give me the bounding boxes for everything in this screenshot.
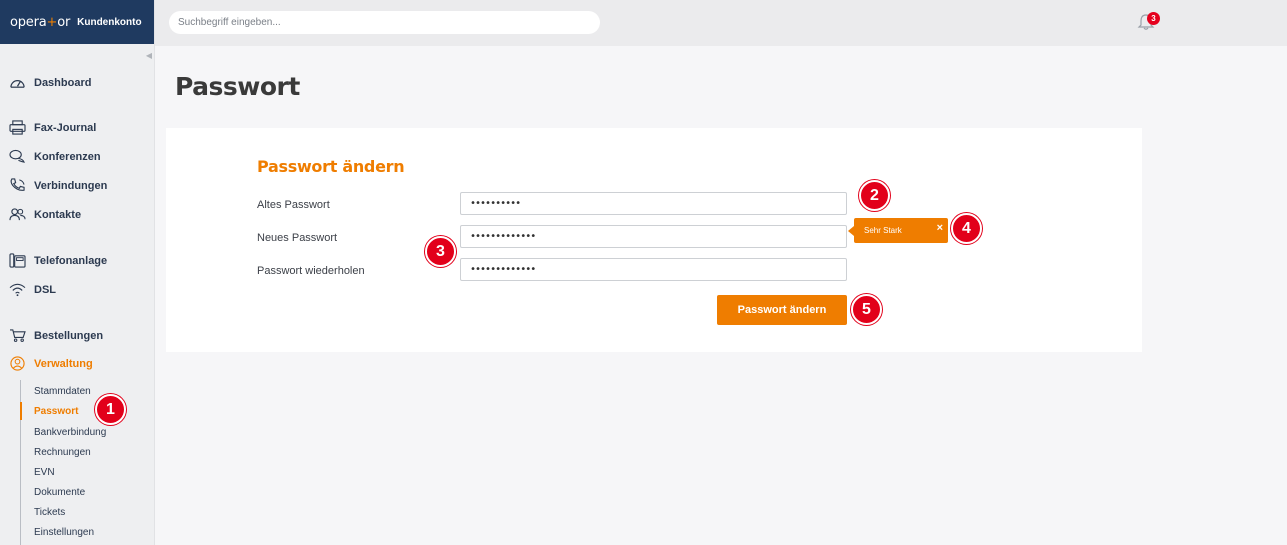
sidebar: opera+or Kundenkonto ◀ Dashboard Fax-Jou… [0,0,155,545]
callout-marker-3: 3 [425,236,456,267]
sidebar-item-fax-journal[interactable]: Fax-Journal [9,120,96,135]
phone-system-icon [9,253,26,268]
notification-badge: 3 [1147,12,1160,25]
new-password-input[interactable] [460,225,847,248]
password-strength-tooltip: Sehr Stark × [848,216,948,243]
search-input[interactable] [169,11,600,34]
wifi-icon [9,283,26,297]
sidebar-item-label: Verbindungen [34,179,108,192]
subnav-item-evn[interactable]: EVN [34,467,55,478]
strength-text: Sehr Stark [864,226,902,235]
old-password-label: Altes Passwort [257,199,330,211]
close-icon[interactable]: × [937,216,943,241]
callout-marker-4: 4 [951,213,982,244]
callout-marker-5: 5 [851,294,882,325]
repeat-password-input[interactable] [460,258,847,281]
new-password-label: Neues Passwort [257,232,338,244]
subnav-item-bankverbindung[interactable]: Bankverbindung [34,427,106,438]
sidebar-item-label: Telefonanlage [34,254,108,267]
sidebar-item-label: Bestellungen [34,329,104,342]
sidebar-item-label: Konferenzen [34,150,101,163]
form-title: Passwort ändern [257,157,405,176]
chat-icon [9,149,25,163]
phone-icon [10,178,25,191]
printer-icon [9,120,26,135]
sidebar-item-label: DSL [34,283,56,296]
account-label: Kundenkonto [77,16,142,28]
sidebar-item-label: Fax-Journal [34,121,97,134]
collapse-sidebar-icon[interactable]: ◀ [146,51,152,60]
sidebar-item-label: Kontakte [34,208,82,221]
old-password-input[interactable] [460,192,847,215]
gauge-icon [10,80,25,88]
change-password-button[interactable]: Passwort ändern [717,295,847,325]
sidebar-item-verwaltung[interactable]: Verwaltung [9,356,93,371]
sidebar-item-verbindungen[interactable]: Verbindungen [9,178,107,193]
password-form-card: Passwort ändern Altes Passwort Neues Pas… [166,128,1142,352]
page-title: Passwort [175,72,300,101]
subnav-item-stammdaten[interactable]: Stammdaten [34,386,91,397]
sidebar-item-label: Dashboard [34,76,92,89]
callout-marker-1: 1 [95,394,126,425]
sidebar-item-label: Verwaltung [34,357,93,370]
subnav-item-tickets[interactable]: Tickets [34,507,65,518]
sidebar-item-kontakte[interactable]: Kontakte [9,207,81,222]
sidebar-item-telefonanlage[interactable]: Telefonanlage [9,253,107,268]
subnav-item-passwort[interactable]: Passwort [34,406,78,417]
sidebar-item-dashboard[interactable]: Dashboard [9,75,91,90]
contacts-icon [9,208,26,221]
subnav-item-einstellungen[interactable]: Einstellungen [34,527,94,538]
user-circle-icon [10,356,25,371]
subnav-item-rechnungen[interactable]: Rechnungen [34,447,91,458]
top-bar: 3 [155,0,1287,46]
subnav-item-dokumente[interactable]: Dokumente [34,487,85,498]
repeat-password-label: Passwort wiederholen [257,265,365,277]
active-indicator [20,402,22,420]
cart-icon [10,329,26,342]
brand-header[interactable]: opera+or Kundenkonto [0,0,154,44]
sidebar-item-konferenzen[interactable]: Konferenzen [9,149,101,164]
operator-logo: opera+or [10,14,71,30]
callout-marker-2: 2 [859,180,890,211]
sidebar-item-dsl[interactable]: DSL [9,282,56,297]
sidebar-item-bestellungen[interactable]: Bestellungen [9,328,103,343]
